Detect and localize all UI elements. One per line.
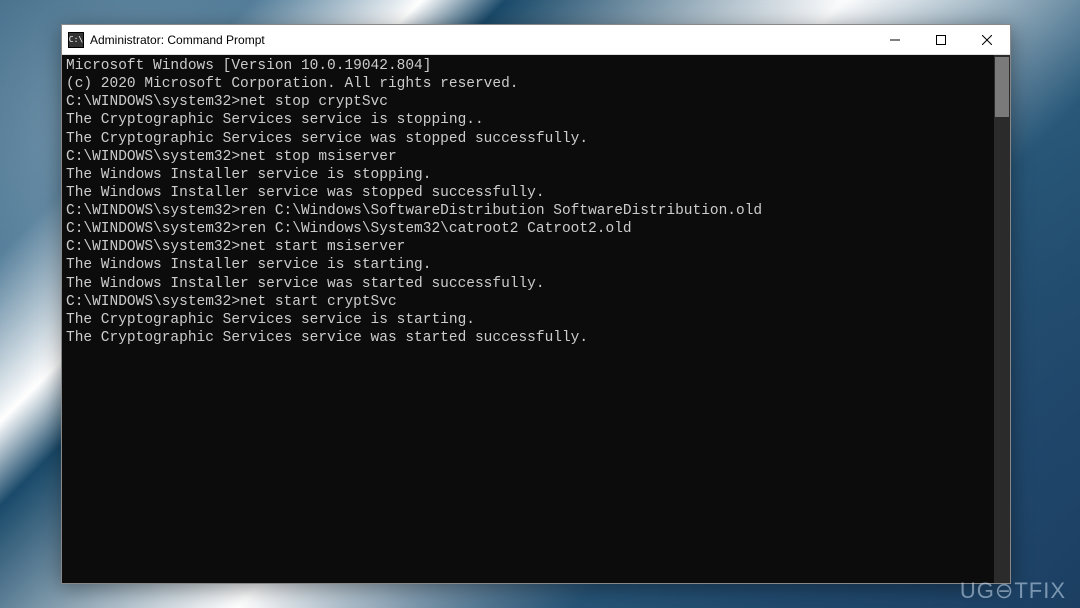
close-button[interactable] bbox=[964, 25, 1010, 54]
console-line: C:\WINDOWS\system32>net stop cryptSvc bbox=[66, 93, 1006, 111]
console-line: C:\WINDOWS\system32>net start msiserver bbox=[66, 238, 1006, 256]
watermark: UG⊖TFIX bbox=[960, 578, 1066, 604]
window-controls bbox=[872, 25, 1010, 54]
console-line: C:\WINDOWS\system32>ren C:\Windows\Softw… bbox=[66, 202, 1006, 220]
console-line: C:\WINDOWS\system32>ren C:\Windows\Syste… bbox=[66, 220, 1006, 238]
console-line: The Cryptographic Services service was s… bbox=[66, 130, 1006, 148]
scrollbar-thumb[interactable] bbox=[995, 57, 1009, 117]
console-line: C:\WINDOWS\system32>net start cryptSvc bbox=[66, 293, 1006, 311]
minimize-button[interactable] bbox=[872, 25, 918, 54]
console-line: C:\WINDOWS\system32>net stop msiserver bbox=[66, 148, 1006, 166]
console-line: The Windows Installer service is stoppin… bbox=[66, 166, 1006, 184]
console-line: The Cryptographic Services service is st… bbox=[66, 111, 1006, 129]
scrollbar[interactable] bbox=[994, 55, 1010, 583]
console-line: The Cryptographic Services service was s… bbox=[66, 329, 1006, 347]
window-title: Administrator: Command Prompt bbox=[90, 33, 872, 47]
console-line: The Windows Installer service is startin… bbox=[66, 256, 1006, 274]
console-line: The Windows Installer service was stoppe… bbox=[66, 184, 1006, 202]
console-area[interactable]: Microsoft Windows [Version 10.0.19042.80… bbox=[62, 55, 1010, 583]
console-line: The Windows Installer service was starte… bbox=[66, 275, 1006, 293]
maximize-button[interactable] bbox=[918, 25, 964, 54]
cmd-icon: C:\ bbox=[68, 32, 84, 48]
cmd-window: C:\ Administrator: Command Prompt Micros… bbox=[61, 24, 1011, 584]
console-line: (c) 2020 Microsoft Corporation. All righ… bbox=[66, 75, 1006, 93]
console-line: The Cryptographic Services service is st… bbox=[66, 311, 1006, 329]
console-line: Microsoft Windows [Version 10.0.19042.80… bbox=[66, 57, 1006, 75]
titlebar[interactable]: C:\ Administrator: Command Prompt bbox=[62, 25, 1010, 55]
